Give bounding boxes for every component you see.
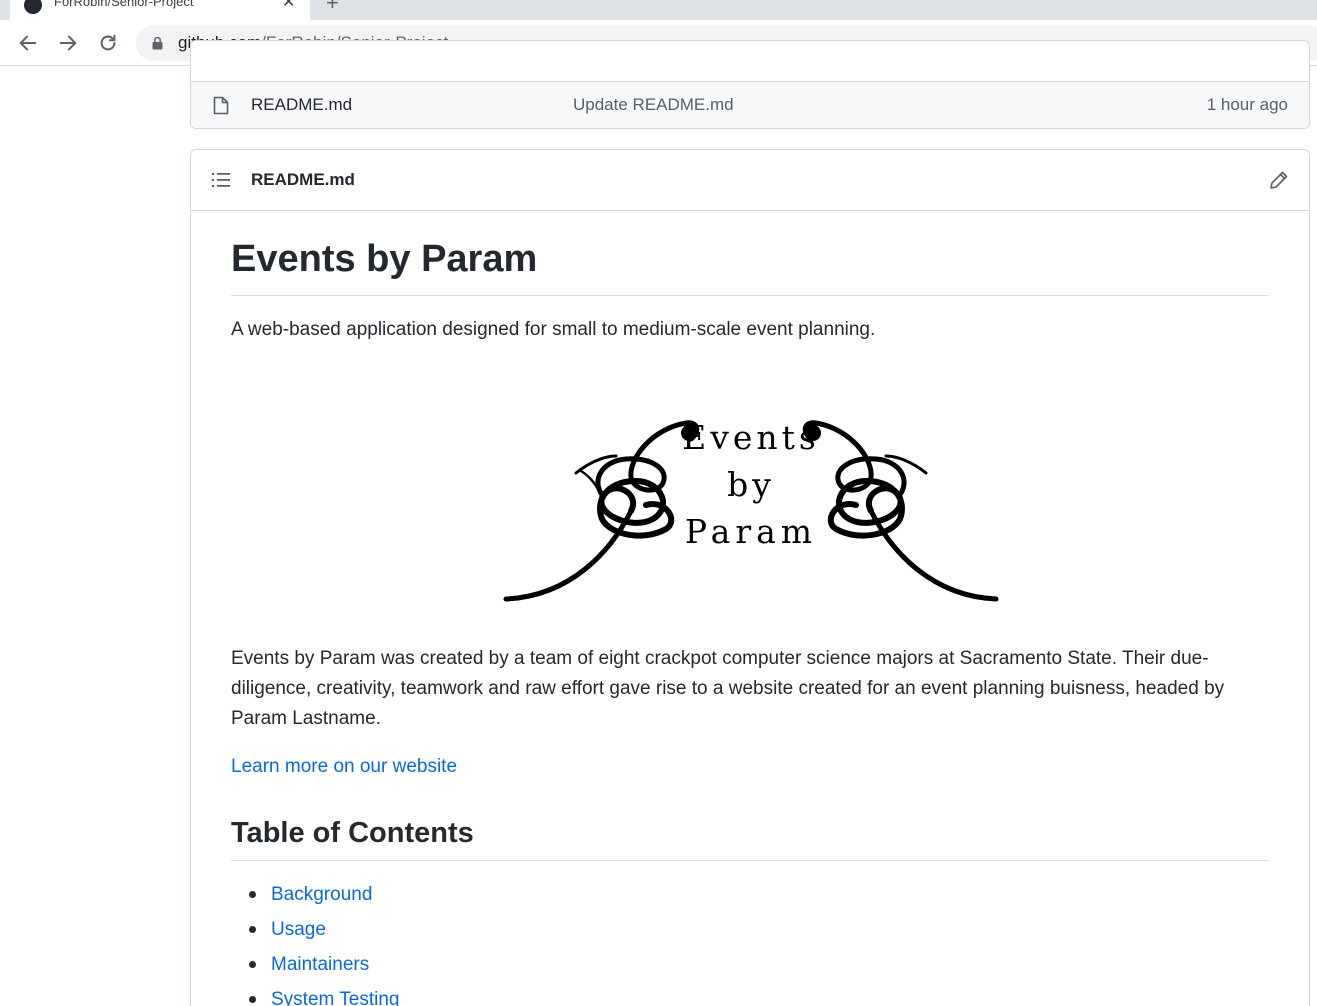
logo-text-by: by: [727, 465, 775, 504]
back-arrow-icon[interactable]: [17, 32, 39, 54]
list-item: Background: [231, 881, 399, 916]
readme-title: README.md: [251, 170, 355, 189]
events-by-param-logo: Events by Param: [501, 401, 1001, 606]
readme-heading: Events by Param: [231, 235, 1269, 296]
toc-heading: Table of Contents: [231, 814, 1269, 861]
logo-text-param: Param: [685, 512, 817, 551]
tab-title: ForRobin/Senior-Project: [54, 0, 194, 9]
description-text: Events by Param was created by a team of…: [231, 648, 1225, 729]
toc-link-system-testing[interactable]: System Testing: [271, 989, 399, 1006]
learn-more-link[interactable]: Learn more on our website: [231, 756, 457, 778]
logo-image: Events by Param: [503, 418, 999, 602]
reload-icon[interactable]: [97, 32, 119, 54]
file-icon: [213, 96, 229, 115]
table-row[interactable]: README.md Update README.md 1 hour ago: [191, 82, 1309, 128]
lock-icon[interactable]: [152, 36, 163, 50]
readme-header: README.md: [191, 150, 1309, 211]
logo-text-events: Events: [682, 418, 820, 457]
bullet-icon: [249, 891, 256, 898]
forward-arrow-icon[interactable]: [57, 32, 79, 54]
commit-age: 1 hour ago: [1206, 95, 1288, 114]
list-item: System Testing: [231, 986, 399, 1006]
table-row[interactable]: [191, 41, 1309, 82]
file-name-link[interactable]: README.md: [251, 95, 352, 115]
toc-link-usage[interactable]: Usage: [271, 919, 326, 940]
toc-link-maintainers[interactable]: Maintainers: [271, 954, 369, 975]
readme-box: README.md Events by Param A web-based ap…: [190, 149, 1310, 1006]
pencil-edit-icon[interactable]: [1269, 170, 1289, 190]
github-favicon-icon: [24, 0, 42, 14]
new-tab-button[interactable]: +: [326, 0, 339, 16]
list-item: Usage: [231, 916, 399, 951]
toc-link-background[interactable]: Background: [271, 884, 372, 905]
list-item: Maintainers: [231, 951, 399, 986]
intro-text: A web-based application designed for sma…: [231, 319, 876, 340]
toc-list: Background Usage Maintainers System Test…: [231, 881, 399, 1006]
bullet-icon: [249, 996, 256, 1003]
browser-tabstrip: ForRobin/Senior-Project ✕ +: [0, 0, 1317, 20]
bullet-icon: [249, 961, 256, 968]
commit-message-link[interactable]: Update README.md: [573, 95, 734, 115]
list-toc-icon[interactable]: [211, 171, 231, 189]
browser-tab[interactable]: ForRobin/Senior-Project ✕: [10, 0, 310, 20]
bullet-icon: [249, 926, 256, 933]
file-table: README.md Update README.md 1 hour ago: [190, 40, 1310, 129]
tab-close-icon[interactable]: ✕: [282, 0, 295, 12]
